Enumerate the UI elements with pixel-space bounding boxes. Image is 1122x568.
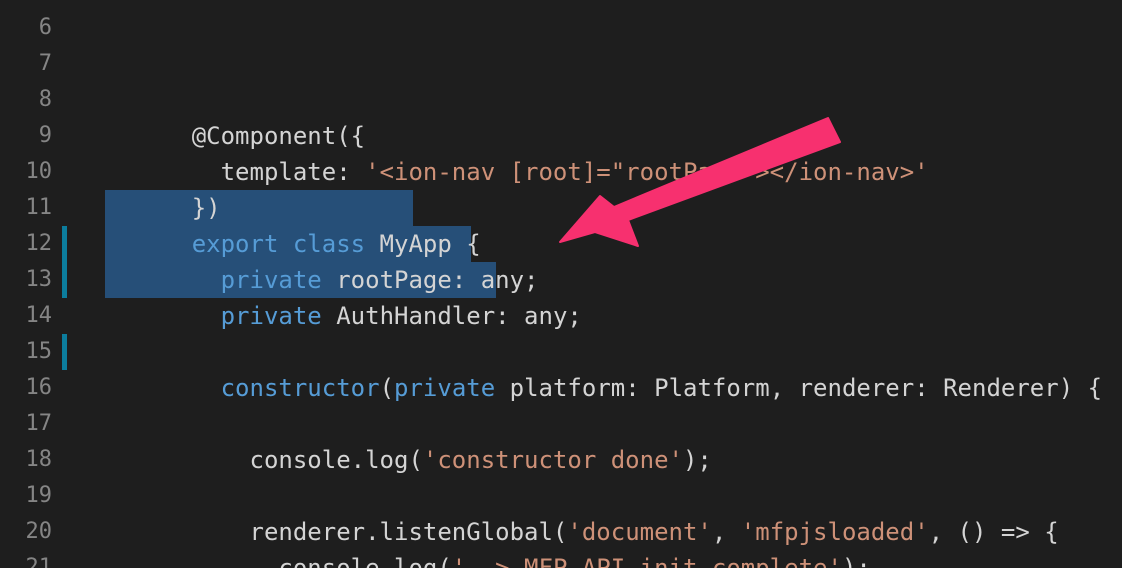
- code-line-15[interactable]: constructor(private platform: Platform, …: [105, 334, 1102, 402]
- code-editor[interactable]: 6 7 8 9 10 11 12 13 14 15 16 17 18 19 20…: [0, 0, 1122, 568]
- code-token: console.log(: [191, 446, 423, 474]
- code-line-9[interactable]: template: '<ion-nav [root]="rootPage"></…: [105, 118, 929, 186]
- line-number: 16: [25, 375, 53, 400]
- code-token: (: [379, 374, 395, 402]
- line-number: 19: [25, 483, 53, 508]
- line-number: 17: [25, 411, 53, 436]
- code-line-17[interactable]: console.log('constructor done');: [105, 406, 712, 474]
- code-line-10[interactable]: }): [105, 154, 221, 222]
- line-number: 11: [25, 195, 53, 220]
- code-token: , () => {: [928, 518, 1059, 546]
- line-number: 18: [25, 447, 53, 472]
- code-line-20[interactable]: console.log('--> MFP API init complete')…: [105, 514, 870, 568]
- line-number: 8: [38, 87, 52, 112]
- line-number: 12: [25, 231, 53, 256]
- line-number: 13: [25, 267, 53, 292]
- code-line-11[interactable]: export class MyApp {: [105, 190, 481, 258]
- string-token: '--> MFP API init complete': [451, 554, 842, 568]
- git-change-marker[interactable]: [62, 262, 67, 298]
- string-token: 'constructor done': [422, 446, 683, 474]
- keyword-token: private: [220, 302, 322, 330]
- line-number-gutter: 6 7 8 9 10 11 12 13 14 15 16 17 18 19 20…: [0, 0, 90, 568]
- code-content[interactable]: @Component({ template: '<ion-nav [root]=…: [105, 0, 1122, 568]
- code-line-8[interactable]: @Component({: [105, 82, 365, 150]
- line-number: 10: [25, 159, 53, 184]
- line-number: 21: [25, 555, 53, 568]
- code-token: platform: Platform, renderer: Renderer) …: [495, 374, 1103, 402]
- code-line-12[interactable]: private rootPage: any;: [105, 226, 539, 294]
- line-number: 20: [25, 519, 53, 544]
- git-change-marker[interactable]: [62, 334, 67, 370]
- line-number: 14: [25, 303, 53, 328]
- line-number: 6: [38, 15, 52, 40]
- line-number: 15: [25, 339, 53, 364]
- git-change-marker[interactable]: [62, 226, 67, 262]
- code-token: );: [841, 554, 871, 568]
- code-line-19[interactable]: renderer.listenGlobal('document', 'mfpjs…: [105, 478, 1059, 546]
- code-token: );: [682, 446, 712, 474]
- code-token: console.log(: [191, 554, 452, 568]
- keyword-token: private: [394, 374, 496, 402]
- code-line-13[interactable]: private AuthHandler: any;: [105, 262, 582, 330]
- line-number: 9: [38, 123, 52, 148]
- string-token: '<ion-nav [root]="rootPage"></ion-nav>': [365, 158, 929, 186]
- keyword-token: constructor: [220, 374, 380, 402]
- line-number: 7: [38, 51, 52, 76]
- code-token: AuthHandler: any;: [321, 302, 582, 330]
